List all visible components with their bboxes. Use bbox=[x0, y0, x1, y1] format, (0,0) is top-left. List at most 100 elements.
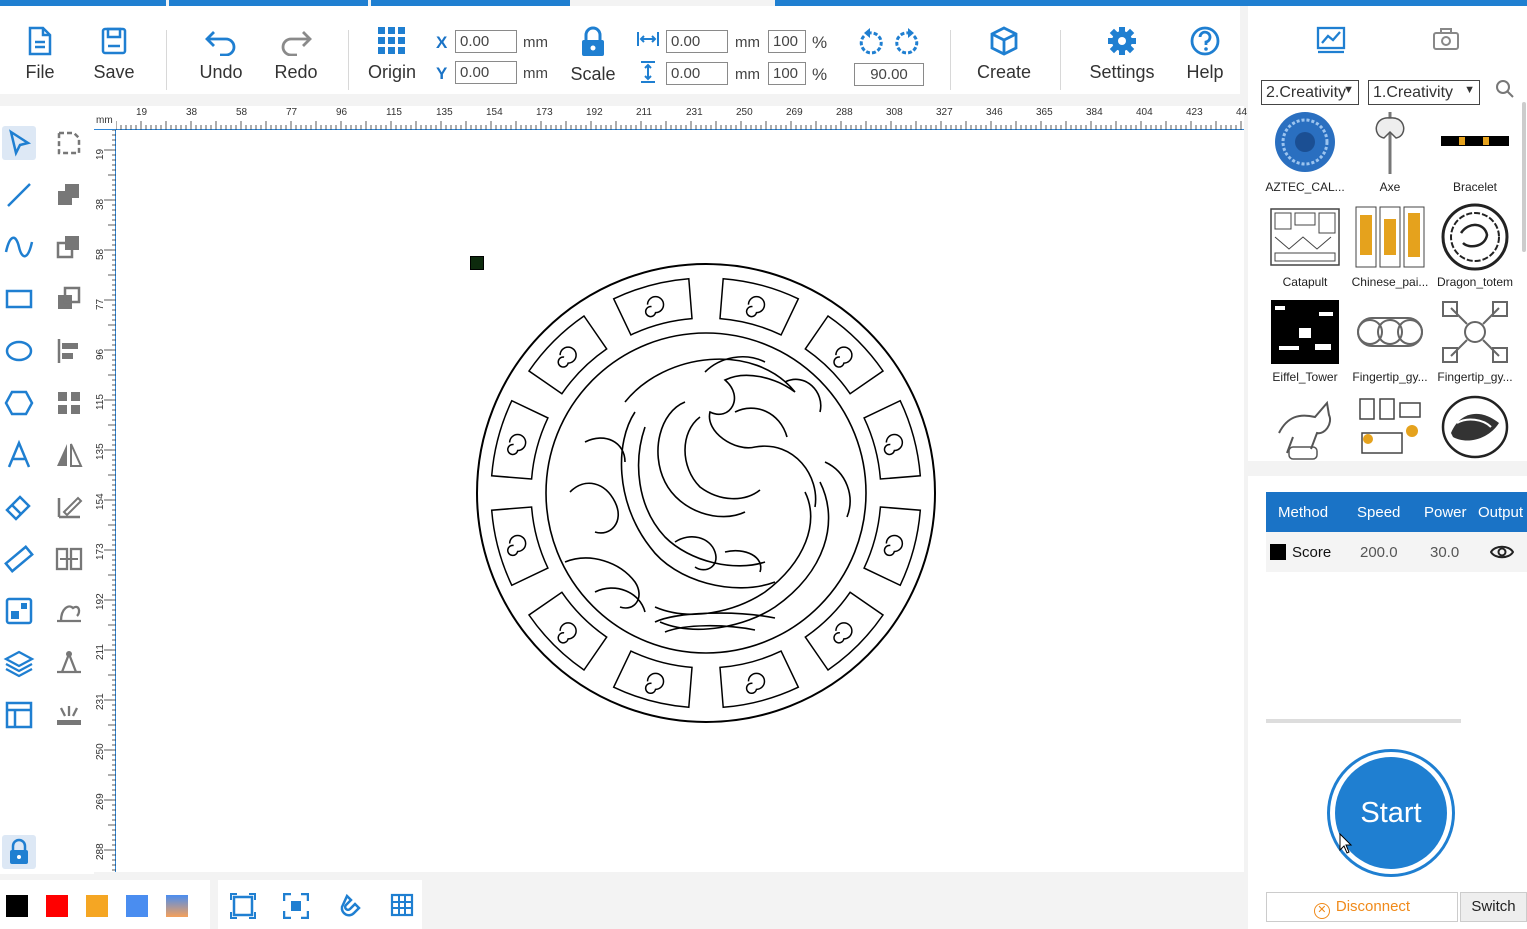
switch-button[interactable]: Switch bbox=[1460, 892, 1527, 922]
select-tool[interactable] bbox=[2, 126, 36, 160]
ruler-tick-label: 250 bbox=[95, 743, 106, 760]
start-button[interactable]: Start bbox=[1327, 749, 1455, 877]
rotate-cw-icon[interactable] bbox=[894, 28, 922, 58]
library-item[interactable]: Bracelet bbox=[1432, 108, 1518, 194]
camera-tab-icon[interactable] bbox=[1432, 28, 1460, 50]
library-item-label: AZTEC_CAL... bbox=[1265, 180, 1345, 194]
subtract-tool[interactable] bbox=[52, 230, 86, 264]
help-button[interactable]: Help bbox=[1180, 26, 1230, 83]
library-item[interactable] bbox=[1347, 393, 1433, 465]
library-item-thumbnail bbox=[1354, 298, 1426, 366]
library-item[interactable] bbox=[1432, 393, 1518, 465]
layout-tool[interactable] bbox=[2, 698, 36, 732]
ruler-tick-label: 77 bbox=[286, 107, 298, 118]
rotate-ccw-icon[interactable] bbox=[856, 28, 884, 58]
width-input[interactable]: 0.00 bbox=[666, 30, 728, 53]
category-select-2[interactable]: 1.Creativity ▼ bbox=[1368, 80, 1480, 105]
polygon-tool[interactable] bbox=[2, 386, 36, 420]
scale-lock-button[interactable]: Scale bbox=[566, 26, 620, 85]
distribute-tool[interactable] bbox=[52, 542, 86, 576]
intersect-tool[interactable] bbox=[52, 282, 86, 316]
x-label: X bbox=[436, 33, 448, 52]
width-percent-input[interactable]: 100 bbox=[768, 30, 806, 53]
layers-tool[interactable] bbox=[2, 646, 36, 680]
ruler-tick-label: 346 bbox=[986, 107, 1003, 118]
save-button[interactable]: Save bbox=[90, 26, 138, 83]
eraser-tool[interactable] bbox=[2, 490, 36, 524]
ellipse-tool[interactable] bbox=[2, 334, 36, 368]
undo-button[interactable]: Undo bbox=[195, 26, 247, 83]
shape-library-tool[interactable] bbox=[52, 594, 86, 628]
color-swatch[interactable] bbox=[46, 895, 68, 917]
library-item[interactable]: Axe bbox=[1347, 108, 1433, 194]
ruler-tick-label: 38 bbox=[186, 107, 198, 118]
save-label: Save bbox=[93, 62, 135, 82]
gallery-tab-icon[interactable] bbox=[1316, 26, 1346, 54]
category-select-1[interactable]: 2.Creativity ▼ bbox=[1261, 80, 1359, 105]
x-input[interactable]: 0.00 bbox=[455, 30, 517, 53]
color-swatch[interactable] bbox=[166, 895, 188, 917]
ruler-tick-label: 154 bbox=[486, 107, 503, 118]
laser-tool[interactable] bbox=[52, 698, 86, 732]
image-tool[interactable] bbox=[2, 594, 36, 628]
image-icon bbox=[5, 597, 33, 625]
library-item[interactable]: Fingertip_gy... bbox=[1347, 298, 1433, 384]
view-tools-bar bbox=[218, 880, 422, 929]
library-item[interactable]: Fingertip_gy... bbox=[1432, 298, 1518, 384]
fit-canvas-icon[interactable] bbox=[230, 893, 256, 919]
ruler-tick-label: 96 bbox=[95, 348, 106, 360]
layer-row[interactable]: Score 200.0 30.0 bbox=[1266, 532, 1527, 572]
color-swatch[interactable] bbox=[126, 895, 148, 917]
align-tool[interactable] bbox=[52, 334, 86, 368]
node-edit-icon bbox=[57, 131, 81, 155]
color-swatch[interactable] bbox=[6, 895, 28, 917]
library-item[interactable]: Eiffel_Tower bbox=[1262, 298, 1348, 384]
gallery-scrollbar[interactable] bbox=[1522, 102, 1526, 252]
grid-icon[interactable] bbox=[390, 893, 414, 917]
magnet-icon[interactable] bbox=[336, 893, 362, 919]
library-item-label: Chinese_pai... bbox=[1351, 275, 1429, 289]
fit-selection-icon[interactable] bbox=[283, 893, 309, 919]
layer-method[interactable]: Score bbox=[1292, 544, 1331, 561]
union-icon bbox=[58, 184, 79, 205]
library-item-thumbnail bbox=[1354, 393, 1426, 461]
line-tool[interactable] bbox=[2, 178, 36, 212]
layer-power[interactable]: 30.0 bbox=[1430, 544, 1459, 561]
file-button[interactable]: File bbox=[18, 26, 62, 83]
search-icon[interactable] bbox=[1495, 79, 1515, 99]
origin-button[interactable]: Origin bbox=[362, 26, 422, 83]
color-swatch[interactable] bbox=[86, 895, 108, 917]
height-percent-input[interactable]: 100 bbox=[768, 62, 806, 85]
height-input[interactable]: 0.00 bbox=[666, 62, 728, 85]
library-item[interactable] bbox=[1262, 393, 1348, 465]
eye-icon[interactable] bbox=[1490, 543, 1514, 561]
trace-tool[interactable] bbox=[52, 490, 86, 524]
text-tool[interactable] bbox=[2, 438, 36, 472]
y-input[interactable]: 0.00 bbox=[455, 61, 517, 84]
library-item[interactable]: Chinese_pai... bbox=[1347, 203, 1433, 289]
ruler-tick-label: 135 bbox=[95, 443, 106, 460]
library-item[interactable]: AZTEC_CAL... bbox=[1262, 108, 1348, 194]
curve-tool[interactable] bbox=[2, 230, 36, 264]
union-tool[interactable] bbox=[52, 178, 86, 212]
node-edit-tool[interactable] bbox=[52, 126, 86, 160]
lock-tool[interactable] bbox=[2, 835, 36, 869]
rectangle-tool[interactable] bbox=[2, 282, 36, 316]
layer-speed[interactable]: 200.0 bbox=[1360, 544, 1398, 561]
mirror-tool[interactable] bbox=[52, 438, 86, 472]
dragon-totem-artwork[interactable] bbox=[475, 262, 937, 724]
library-item[interactable]: Dragon_totem bbox=[1432, 203, 1518, 289]
cut-path-tool[interactable] bbox=[52, 646, 86, 680]
ruler-tick-label: 308 bbox=[886, 107, 903, 118]
measure-tool[interactable] bbox=[2, 542, 36, 576]
disconnect-button[interactable]: ✕ Disconnect bbox=[1266, 892, 1458, 922]
cursor-icon bbox=[9, 129, 32, 157]
library-item[interactable]: Catapult bbox=[1262, 203, 1348, 289]
layer-color-swatch bbox=[1270, 544, 1286, 560]
redo-button[interactable]: Redo bbox=[270, 26, 322, 83]
create-button[interactable]: Create bbox=[972, 26, 1036, 83]
settings-button[interactable]: Settings bbox=[1084, 26, 1160, 83]
rotation-input[interactable]: 90.00 bbox=[854, 63, 924, 86]
array-tool[interactable] bbox=[52, 386, 86, 420]
chevron-down-icon: ▼ bbox=[1343, 84, 1354, 96]
